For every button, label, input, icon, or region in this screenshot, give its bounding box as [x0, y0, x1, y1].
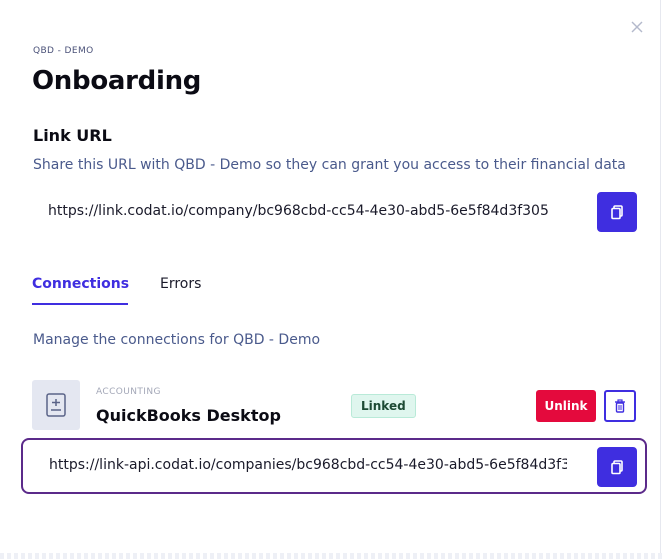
- tab-bar: Connections Errors: [32, 268, 632, 308]
- connection-name: QuickBooks Desktop: [96, 406, 281, 425]
- link-url-value[interactable]: https://link.codat.io/company/bc968cbd-c…: [48, 203, 568, 219]
- modal-bottom-edge: [0, 553, 663, 559]
- modal-edge: [660, 0, 661, 559]
- copy-icon: [611, 460, 623, 475]
- integration-logo: [32, 380, 80, 430]
- close-icon: [631, 21, 643, 33]
- copy-icon: [611, 205, 623, 220]
- close-button[interactable]: [628, 18, 646, 36]
- copy-link-url-button[interactable]: [597, 192, 637, 232]
- connection-api-url-row: https://link-api.codat.io/companies/bc96…: [21, 438, 647, 494]
- copy-api-url-button[interactable]: [597, 447, 637, 487]
- document-icon: [46, 393, 66, 417]
- delete-connection-button[interactable]: [604, 390, 636, 422]
- connection-api-url-value[interactable]: https://link-api.codat.io/companies/bc96…: [49, 457, 567, 473]
- onboarding-modal: QBD - DEMO Onboarding Link URL Share thi…: [0, 0, 663, 559]
- link-url-description: Share this URL with QBD - Demo so they c…: [33, 157, 626, 173]
- company-overline: QBD - DEMO: [33, 46, 94, 56]
- unlink-button[interactable]: Unlink: [536, 390, 596, 422]
- connections-description: Manage the connections for QBD - Demo: [33, 332, 321, 348]
- connection-category: ACCOUNTING: [96, 387, 161, 397]
- active-tab-indicator: [32, 303, 128, 305]
- link-url-row: https://link.codat.io/company/bc968cbd-c…: [32, 192, 640, 234]
- trash-icon: [615, 399, 625, 413]
- tab-connections[interactable]: Connections: [32, 276, 129, 306]
- tab-errors[interactable]: Errors: [160, 276, 201, 306]
- link-url-heading: Link URL: [33, 126, 112, 145]
- page-title: Onboarding: [32, 66, 202, 96]
- status-badge: Linked: [351, 394, 416, 418]
